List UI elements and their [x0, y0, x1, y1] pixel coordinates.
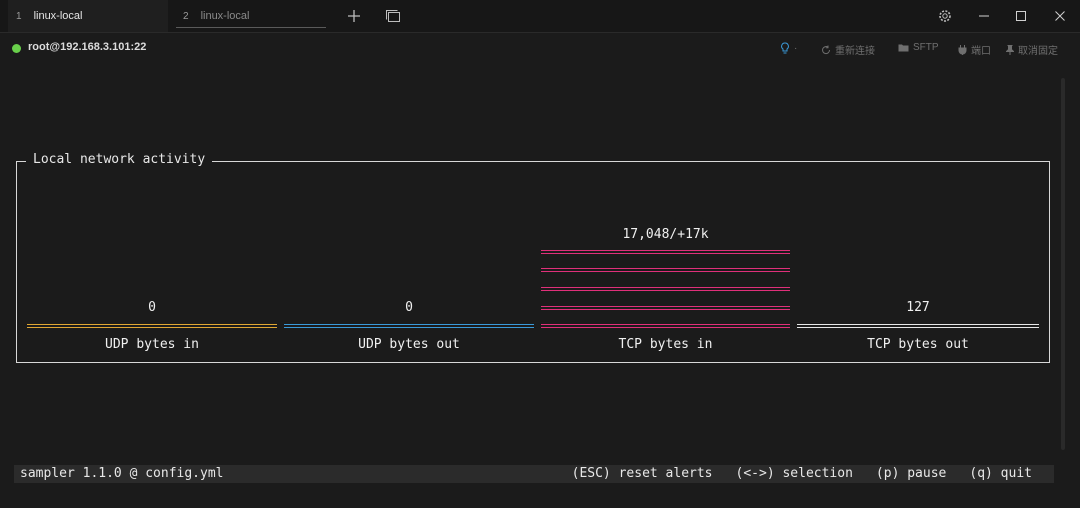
gauge-label: TCP bytes out: [867, 337, 969, 352]
tab-label: linux-local: [33, 10, 83, 22]
pin-icon: [1006, 44, 1014, 55]
tab-2[interactable]: 2 linux-local: [176, 0, 326, 32]
gauge-bar: [27, 324, 277, 328]
panel-title: Local network activity: [26, 152, 213, 167]
gauge-bar: [797, 324, 1039, 328]
port-label: 端口: [971, 46, 991, 57]
connection-status-icon: [12, 44, 21, 53]
minimize-icon[interactable]: [974, 6, 994, 26]
sftp-button[interactable]: SFTP: [898, 42, 939, 53]
key-hint-quit: (q) quit: [969, 466, 1032, 481]
reconnect-label: 重新连接: [835, 46, 875, 57]
app-version: sampler 1.1.0 @ config.yml: [20, 466, 224, 481]
tab-1[interactable]: 1 linux-local: [8, 0, 168, 32]
gauge-value: 0: [405, 300, 413, 315]
bulb-menu-label: ·: [794, 42, 798, 54]
plug-icon: [958, 44, 967, 55]
key-hint-reset-alerts: (ESC) reset alerts: [571, 466, 713, 481]
maximize-icon[interactable]: [1011, 6, 1031, 26]
reconnect-button[interactable]: 重新连接: [821, 42, 875, 57]
terminal-window: 1 linux-local 2 linux-local root@192.168…: [0, 0, 1080, 508]
plus-icon[interactable]: [344, 6, 364, 26]
key-hint-pause: (p) pause: [875, 466, 947, 481]
gauge-tcp-in: 17,048/+17k TCP bytes in: [541, 180, 790, 360]
window-icon[interactable]: [383, 6, 403, 26]
unpin-label: 取消固定: [1018, 46, 1058, 57]
unpin-button[interactable]: 取消固定: [1006, 42, 1058, 57]
gauge-udp-out: 0 UDP bytes out: [284, 180, 534, 360]
tab-label: linux-local: [200, 10, 250, 22]
gauge-label: TCP bytes in: [618, 337, 713, 352]
gauge-label: UDP bytes in: [105, 337, 199, 352]
refresh-icon: [822, 45, 831, 54]
gauge-bar: [541, 324, 790, 328]
bulb-button[interactable]: ·: [780, 42, 797, 54]
sftp-label: SFTP: [913, 42, 939, 53]
gauge-bar: [541, 250, 790, 254]
key-hint-selection: (<->) selection: [735, 466, 853, 481]
gauge-label: UDP bytes out: [358, 337, 460, 352]
gauge-udp-in: 0 UDP bytes in: [27, 180, 277, 360]
status-bar: sampler 1.1.0 @ config.yml (ESC) reset a…: [14, 465, 1054, 483]
bulb-icon: [781, 42, 789, 54]
title-bar: 1 linux-local 2 linux-local: [0, 0, 1080, 33]
gauge-value: 127: [906, 300, 930, 315]
gauge-value: 0: [148, 300, 156, 315]
gear-icon[interactable]: [935, 6, 955, 26]
gauge-tcp-out: 127 TCP bytes out: [797, 180, 1039, 360]
gauge-bar: [541, 268, 790, 272]
folder-icon: [898, 44, 909, 52]
terminal-scrollbar[interactable]: [1061, 78, 1065, 450]
gauge-bar: [541, 287, 790, 291]
port-button[interactable]: 端口: [958, 42, 991, 57]
gauge-bar: [284, 324, 534, 328]
tab-number: 1: [16, 10, 22, 22]
gauge-bar: [541, 306, 790, 310]
gauge-value: 17,048/+17k: [622, 227, 709, 242]
close-icon[interactable]: [1050, 6, 1070, 26]
tab-number: 2: [183, 10, 189, 22]
key-hints: (ESC) reset alerts (<->) selection (p) p…: [572, 466, 1032, 481]
session-host: root@192.168.3.101:22: [28, 41, 147, 53]
session-bar: root@192.168.3.101:22 · 重新连接 SFTP 端口 取消固…: [0, 33, 1080, 63]
